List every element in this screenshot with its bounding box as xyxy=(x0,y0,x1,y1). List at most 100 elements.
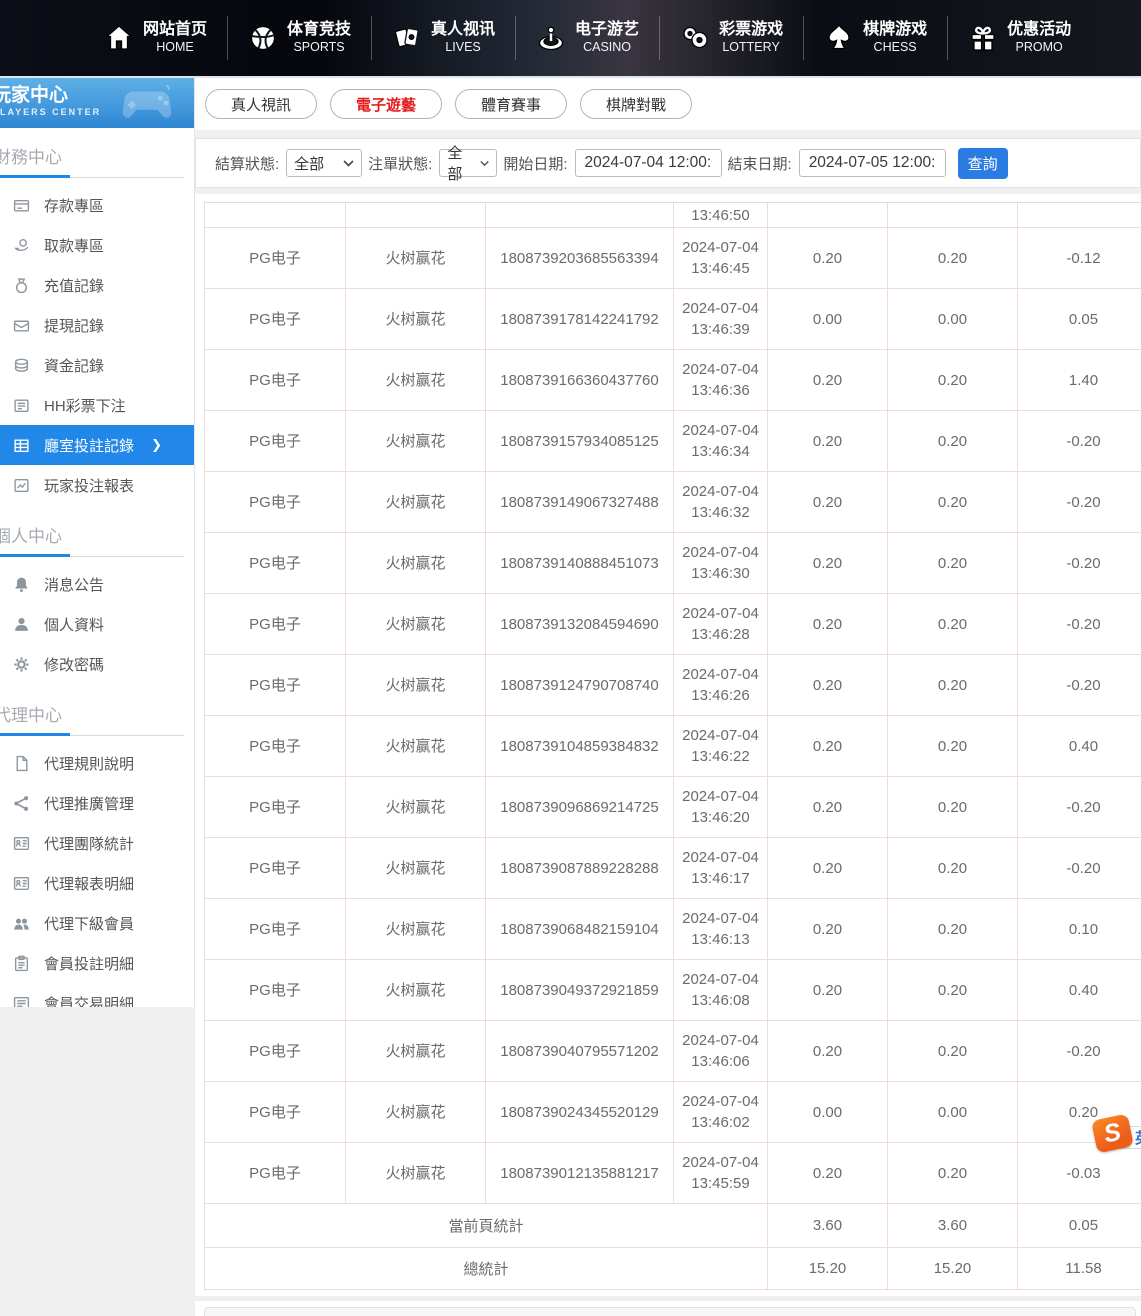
nav-item-label-en: LOTTERY xyxy=(722,40,779,56)
bet-records-panel: 13:46:50PG电子火树赢花18087392036855633942024-… xyxy=(195,194,1141,1296)
sidebar-item[interactable]: 充值記錄 xyxy=(0,265,194,305)
sidebar-item[interactable]: 代理下級會員 xyxy=(0,903,194,943)
platform-cell: PG电子 xyxy=(205,716,346,777)
settle-status-select[interactable]: 全部 xyxy=(286,149,362,177)
nav-item-label-zh: 电子游艺 xyxy=(575,20,639,40)
tab-3[interactable]: 體育賽事 xyxy=(455,89,567,119)
bet-amount-cell: 0.20 xyxy=(768,1143,888,1204)
gift-icon xyxy=(968,23,998,53)
platform-cell: PG电子 xyxy=(205,899,346,960)
bet-time-cell: 2024-07-04 13:46:13 xyxy=(674,899,768,960)
sidebar-item-label: 代理團隊統計 xyxy=(44,833,134,854)
sidebar-item[interactable]: 代理團隊統計 xyxy=(0,823,194,863)
nav-item-label-en: HOME xyxy=(156,40,194,56)
summary-valid: 15.20 xyxy=(888,1248,1018,1290)
bet-time-cell: 2024-07-04 13:46:08 xyxy=(674,960,768,1021)
summary-bet: 15.20 xyxy=(768,1248,888,1290)
win-loss-cell: -0.20 xyxy=(1018,472,1141,533)
table-row: PG电子火树赢花18087391320845946902024-07-04 13… xyxy=(205,594,1141,655)
chevron-down-icon xyxy=(343,160,354,167)
start-date-input[interactable] xyxy=(575,149,722,177)
end-date-label: 結束日期: xyxy=(728,153,792,174)
gamepad-icon xyxy=(118,84,176,124)
sidebar-item[interactable]: 會員交易明細 xyxy=(0,983,194,1007)
bet-amount-cell: 0.20 xyxy=(768,533,888,594)
order-status-value: 全部 xyxy=(447,142,472,184)
valid-bet-cell: 0.20 xyxy=(888,655,1018,716)
table-row: PG电子火树赢花18087391663604377602024-07-04 13… xyxy=(205,350,1141,411)
bet-amount-cell: 0.20 xyxy=(768,777,888,838)
summary-row: 總統計15.2015.2011.58 xyxy=(205,1248,1141,1290)
sidebar-item[interactable]: 代理報表明細 xyxy=(0,863,194,903)
bet-id-cell: 1808739157934085125 xyxy=(486,411,674,472)
platform-cell: PG电子 xyxy=(205,655,346,716)
sidebar-item-label: 取款專區 xyxy=(44,235,104,256)
win-loss-cell: -0.12 xyxy=(1018,228,1141,289)
sidebar-item-label: 會員投註明細 xyxy=(44,953,134,974)
table-row: PG电子火树赢花18087391247907087402024-07-04 13… xyxy=(205,655,1141,716)
home-icon xyxy=(104,23,134,53)
sidebar-item-label: 消息公告 xyxy=(44,574,104,595)
win-loss-cell: -0.20 xyxy=(1018,594,1141,655)
bet-id-cell: 1808739178142241792 xyxy=(486,289,674,350)
valid-bet-cell: 0.20 xyxy=(888,838,1018,899)
tab-4[interactable]: 棋牌對戰 xyxy=(580,89,692,119)
game-cell: 火树赢花 xyxy=(346,838,486,899)
ime-language-label: 英 xyxy=(1135,1127,1141,1148)
tab-1[interactable]: 真人視訊 xyxy=(205,89,317,119)
bet-time-cell: 2024-07-04 13:46:45 xyxy=(674,228,768,289)
sidebar-item[interactable]: 提現記錄 xyxy=(0,305,194,345)
bet-time-cell: 2024-07-04 13:46:22 xyxy=(674,716,768,777)
sidebar-item[interactable]: 存款專區 xyxy=(0,185,194,225)
nav-item-sports[interactable]: 体育竞技SPORTS xyxy=(228,20,371,56)
sidebar-item[interactable]: HH彩票下注 xyxy=(0,385,194,425)
bet-id-cell: 1808739203685563394 xyxy=(486,228,674,289)
tab-2[interactable]: 電子遊藝 xyxy=(330,89,442,119)
game-cell: 火树赢花 xyxy=(346,716,486,777)
bet-time-cell: 2024-07-04 13:46:17 xyxy=(674,838,768,899)
platform-cell: PG电子 xyxy=(205,594,346,655)
nav-item-home[interactable]: 网站首页HOME xyxy=(84,20,227,56)
pagination-bar[interactable] xyxy=(204,1307,1136,1316)
sidebar-item[interactable]: 廳室投註記錄❯ xyxy=(0,425,194,465)
sidebar-item[interactable]: 資金記錄 xyxy=(0,345,194,385)
order-status-select[interactable]: 全部 xyxy=(439,149,497,177)
platform-cell: PG电子 xyxy=(205,1021,346,1082)
cards-icon xyxy=(392,23,422,53)
platform-cell: PG电子 xyxy=(205,472,346,533)
sidebar-item[interactable]: 代理推廣管理 xyxy=(0,783,194,823)
table-row: PG电子火树赢花18087391048593848322024-07-04 13… xyxy=(205,716,1141,777)
bet-amount-cell: 0.20 xyxy=(768,350,888,411)
search-button[interactable]: 查詢 xyxy=(958,148,1008,179)
bet-amount-cell: 0.00 xyxy=(768,289,888,350)
win-loss-cell: -0.20 xyxy=(1018,533,1141,594)
bet-time-cell: 2024-07-04 13:46:26 xyxy=(674,655,768,716)
nav-item-lottery[interactable]: 彩票游戏LOTTERY xyxy=(660,20,803,56)
nav-item-label-en: SPORTS xyxy=(293,40,344,56)
platform-cell: PG电子 xyxy=(205,1082,346,1143)
sidebar-item[interactable]: 修改密碼 xyxy=(0,644,194,684)
summary-label: 總統計 xyxy=(205,1248,768,1290)
sidebar-item[interactable]: 取款專區 xyxy=(0,225,194,265)
end-date-input[interactable] xyxy=(799,149,946,177)
table-row: PG电子火树赢花18087390407955712022024-07-04 13… xyxy=(205,1021,1141,1082)
nav-item-chess[interactable]: 棋牌游戏CHESS xyxy=(804,20,947,56)
sidebar-item[interactable]: 會員投註明細 xyxy=(0,943,194,983)
bet-time-cell: 2024-07-04 13:46:32 xyxy=(674,472,768,533)
sidebar-item[interactable]: 消息公告 xyxy=(0,564,194,604)
valid-bet-cell: 0.20 xyxy=(888,533,1018,594)
sidebar-item[interactable]: 代理規則說明 xyxy=(0,743,194,783)
order-status-label: 注單狀態: xyxy=(368,153,432,174)
platform-cell: PG电子 xyxy=(205,228,346,289)
nav-item-lives[interactable]: 真人视讯LIVES xyxy=(372,20,515,56)
main-content: 真人視訊電子遊藝體育賽事棋牌對戰 結算狀態: 全部 注單狀態: 全部 開始日期:… xyxy=(195,78,1141,1316)
sidebar-item-label: 修改密碼 xyxy=(44,654,104,675)
recharge-record-icon xyxy=(13,277,30,294)
platform-cell: PG电子 xyxy=(205,533,346,594)
sidebar-item[interactable]: 玩家投注報表 xyxy=(0,465,194,505)
sidebar-item[interactable]: 個人資料 xyxy=(0,604,194,644)
nav-item-casino[interactable]: 电子游艺CASINO xyxy=(516,20,659,56)
bet-id-cell: 1808739012135881217 xyxy=(486,1143,674,1204)
nav-item-label-zh: 优惠活动 xyxy=(1007,20,1071,40)
nav-item-promo[interactable]: 优惠活动PROMO xyxy=(948,20,1091,56)
